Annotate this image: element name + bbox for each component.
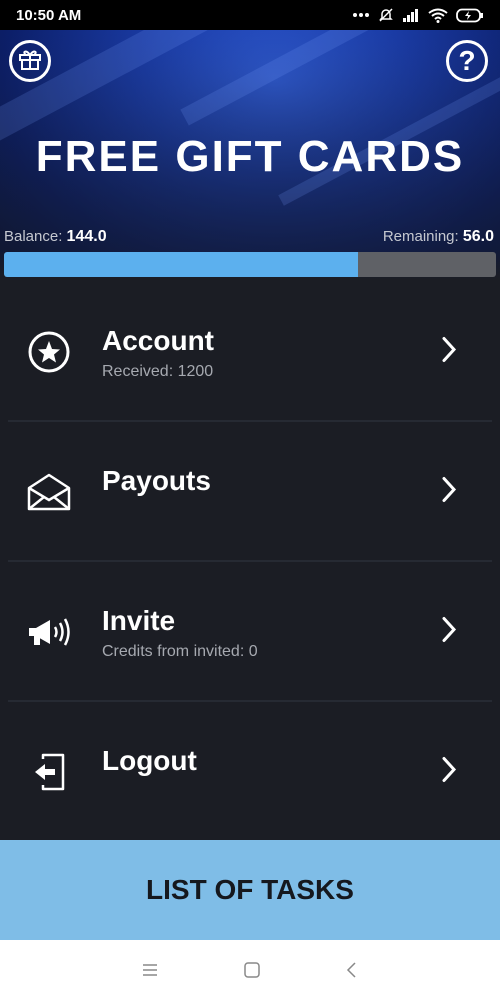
menu-text: Invite Credits from invited: 0 bbox=[102, 604, 258, 661]
menu-item-payouts[interactable]: Payouts bbox=[0, 422, 500, 562]
battery-charging-icon bbox=[456, 8, 484, 23]
progress-fill bbox=[4, 252, 359, 277]
menu-item-invite[interactable]: Invite Credits from invited: 0 bbox=[0, 562, 500, 702]
more-dots-icon bbox=[352, 12, 370, 18]
gift-icon bbox=[18, 47, 42, 76]
bell-off-icon bbox=[378, 7, 394, 23]
balance-value: 144.0 bbox=[66, 228, 107, 245]
status-icons bbox=[352, 7, 484, 23]
remaining-text: Remaining: 56.0 bbox=[383, 228, 494, 246]
header-banner: ? FREE GIFT CARDS Balance: 144.0 Remaini… bbox=[0, 30, 500, 280]
chevron-right-icon bbox=[440, 336, 458, 369]
menu-text: Payouts bbox=[102, 464, 211, 503]
menu-label: Account bbox=[102, 325, 214, 356]
menu-item-logout[interactable]: Logout bbox=[0, 702, 500, 842]
menu-item-account[interactable]: Account Received: 1200 bbox=[0, 282, 500, 422]
menu-text: Account Received: 1200 bbox=[102, 324, 214, 381]
chevron-right-icon bbox=[440, 476, 458, 509]
remaining-label: Remaining: bbox=[382, 228, 463, 245]
chevron-right-icon bbox=[440, 756, 458, 789]
balance-label: Balance: bbox=[4, 228, 67, 245]
logout-icon bbox=[26, 749, 72, 795]
status-bar: 10:50 AM bbox=[0, 0, 500, 30]
gift-button[interactable] bbox=[9, 40, 51, 82]
list-of-tasks-button[interactable]: LIST OF TASKS bbox=[0, 840, 500, 940]
menu-icon[interactable] bbox=[141, 963, 159, 977]
wifi-icon bbox=[428, 8, 448, 23]
menu-sublabel: Credits from invited: 0 bbox=[102, 643, 258, 660]
menu-label: Logout bbox=[102, 745, 197, 776]
help-icon: ? bbox=[458, 45, 476, 76]
balance-row: Balance: 144.0 Remaining: 56.0 bbox=[4, 228, 494, 246]
menu-sublabel: Received: 1200 bbox=[102, 363, 214, 380]
back-icon[interactable] bbox=[345, 961, 359, 979]
status-time: 10:50 AM bbox=[16, 6, 82, 24]
app-screen: 10:50 AM ? FREE GIFT CARDS Balance: 144.… bbox=[0, 0, 500, 1000]
help-button[interactable]: ? bbox=[446, 40, 488, 82]
envelope-icon bbox=[26, 469, 72, 515]
chevron-right-icon bbox=[440, 616, 458, 649]
remaining-value: 56.0 bbox=[462, 228, 494, 245]
app-title: FREE GIFT CARDS bbox=[35, 132, 465, 181]
megaphone-icon bbox=[26, 609, 72, 655]
system-nav-bar bbox=[0, 940, 500, 1000]
home-square-icon[interactable] bbox=[243, 961, 261, 979]
star-circle-icon bbox=[26, 329, 72, 375]
main-menu: Account Received: 1200 Payouts Invite Cr… bbox=[0, 282, 500, 842]
menu-label: Invite bbox=[102, 605, 176, 636]
balance-text: Balance: 144.0 bbox=[4, 228, 107, 246]
signal-icon bbox=[402, 8, 420, 22]
balance-progress-bar bbox=[4, 252, 496, 277]
menu-label: Payouts bbox=[102, 465, 211, 496]
menu-text: Logout bbox=[102, 744, 197, 783]
